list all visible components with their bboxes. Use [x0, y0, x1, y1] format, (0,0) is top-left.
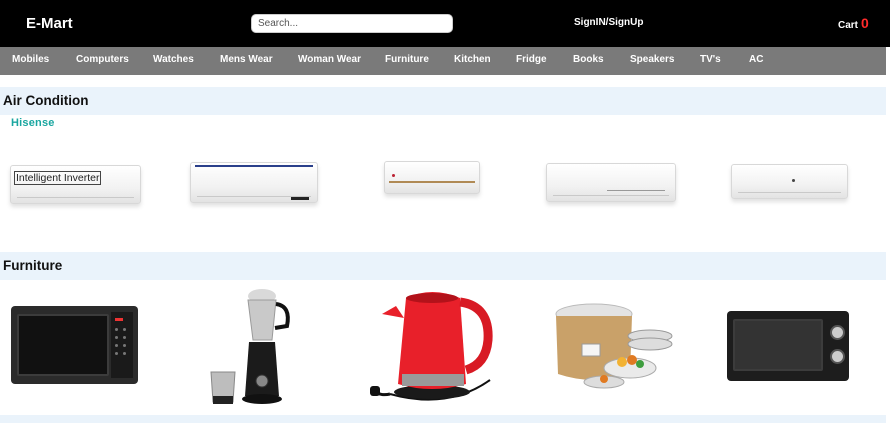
button-dot — [115, 328, 118, 331]
search-input[interactable] — [251, 14, 453, 33]
ac-accent-stripe — [607, 190, 665, 191]
kettle-spout — [382, 306, 404, 318]
button-dot — [123, 328, 126, 331]
food-item — [627, 355, 637, 365]
ac-indicator — [792, 179, 795, 182]
section-divider — [0, 415, 886, 423]
mixer-knob — [255, 374, 269, 388]
cooker-panel — [581, 343, 601, 357]
mini-jar-base — [213, 396, 233, 404]
nav-item-tvs[interactable]: TV's — [700, 54, 721, 65]
mixer-grinder[interactable] — [205, 284, 297, 408]
mixer-base — [242, 394, 282, 404]
button-dot — [115, 352, 118, 355]
nav-item-kitchen[interactable]: Kitchen — [454, 54, 491, 65]
ac-unit-5[interactable] — [731, 164, 848, 199]
oven-knob[interactable] — [830, 325, 845, 340]
mixer-jar-handle — [274, 302, 290, 330]
cart-count-badge: 0 — [861, 15, 869, 31]
otg-oven[interactable] — [727, 311, 849, 381]
kettle-band — [402, 374, 464, 386]
button-dot — [123, 344, 126, 347]
ac-unit-3[interactable] — [384, 161, 480, 194]
section-header-air-condition: Air Condition — [0, 87, 886, 115]
oven-knob[interactable] — [830, 349, 845, 364]
kettle-plug — [370, 386, 380, 396]
header-bar: E-Mart SignIN/SignUp Cart0 — [0, 0, 890, 47]
food-item — [600, 375, 608, 383]
ac-unit-2[interactable] — [190, 162, 318, 203]
nav-item-mens-wear[interactable]: Mens Wear — [220, 54, 273, 65]
food-item — [636, 360, 644, 368]
nav-item-mobiles[interactable]: Mobiles — [12, 54, 49, 65]
ac-vent — [197, 196, 311, 197]
button-dot — [115, 336, 118, 339]
site-logo[interactable]: E-Mart — [26, 15, 73, 32]
section-title: Furniture — [3, 258, 63, 273]
ac-unit-label-text: Intelligent Inverter — [14, 171, 102, 185]
ac-accent-stripe — [195, 165, 313, 167]
hisense-logo: Hisense — [11, 117, 55, 129]
cart-button[interactable]: Cart 0 — [838, 15, 869, 31]
signin-signup-link[interactable]: SignIN/SignUp — [574, 17, 643, 28]
nav-item-books[interactable]: Books — [573, 54, 604, 65]
ac-unit-1[interactable]: Intelligent Inverter — [10, 165, 141, 204]
cart-label: Cart — [838, 20, 859, 31]
ac-accent-stripe — [389, 181, 475, 183]
mixer-jar — [247, 299, 277, 341]
nav-item-fridge[interactable]: Fridge — [516, 54, 547, 65]
kettle-lid — [406, 293, 458, 303]
nav-item-furniture[interactable]: Furniture — [385, 54, 429, 65]
section-title: Air Condition — [3, 93, 89, 108]
button-dot — [123, 336, 126, 339]
microwave[interactable] — [11, 306, 138, 384]
electric-kettle[interactable] — [368, 284, 496, 408]
button-dot — [123, 352, 126, 355]
rice-cooker[interactable] — [546, 296, 676, 394]
nav-item-speakers[interactable]: Speakers — [630, 54, 674, 65]
ac-vent — [553, 195, 669, 196]
microwave-window — [17, 314, 109, 376]
ac-unit-label: Intelligent Inverter — [14, 171, 102, 185]
ac-vent — [17, 197, 134, 198]
steamer-plates — [627, 337, 673, 351]
ac-vent — [738, 192, 841, 193]
button-dot — [115, 344, 118, 347]
category-nav: Mobiles Computers Watches Mens Wear Woma… — [0, 47, 886, 75]
microwave-control-panel — [111, 312, 133, 378]
food-item — [617, 357, 627, 367]
ac-indicator — [392, 174, 395, 177]
nav-item-watches[interactable]: Watches — [153, 54, 194, 65]
microwave-display — [115, 318, 123, 321]
section-header-furniture: Furniture — [0, 252, 886, 280]
nav-item-computers[interactable]: Computers — [76, 54, 129, 65]
ac-unit-4[interactable] — [546, 163, 676, 202]
nav-item-woman-wear[interactable]: Woman Wear — [298, 54, 361, 65]
mixer-body — [245, 342, 279, 396]
nav-item-ac[interactable]: AC — [749, 54, 763, 65]
oven-window — [733, 319, 823, 371]
